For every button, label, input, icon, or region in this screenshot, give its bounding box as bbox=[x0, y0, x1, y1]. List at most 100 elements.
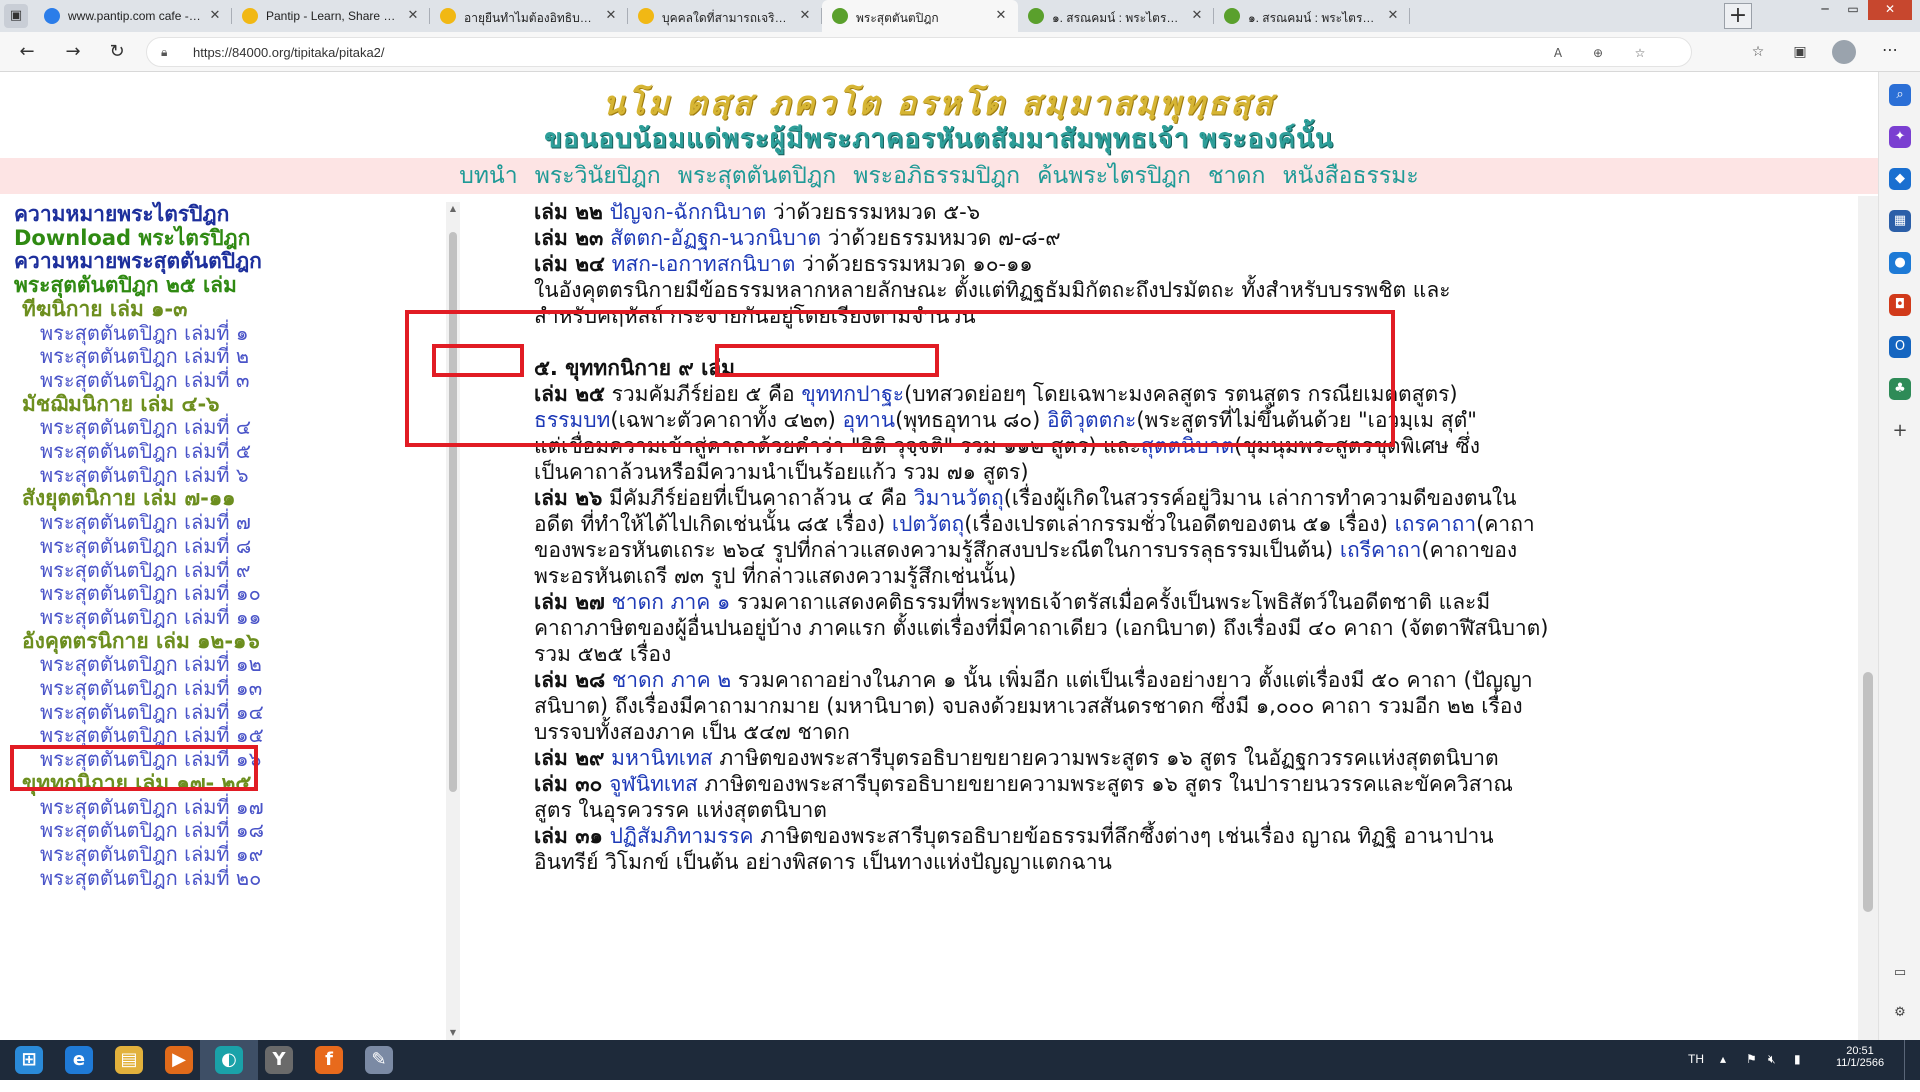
minimize-icon[interactable]: ─ bbox=[1812, 0, 1838, 20]
pantip-favicon bbox=[440, 8, 456, 24]
shopping-tag-icon[interactable]: ◆ bbox=[1889, 168, 1911, 190]
content-link[interactable]: ปฏิสัมภิทามรรค bbox=[610, 824, 754, 848]
app-glyph: ⊞ bbox=[15, 1046, 43, 1074]
add-sidebar-app-icon[interactable]: + bbox=[1889, 420, 1911, 442]
url-field[interactable]: 🔒︎ https://84000.org/tipitaka/pitaka2/ A… bbox=[146, 37, 1692, 67]
menu-item-sutta[interactable]: พระสุตตันตปิฎก bbox=[678, 163, 836, 189]
browser-tab[interactable]: ๑. สรณคมน์ : พระไตรปิฎกเล่มที่ ๒๕ ✕ bbox=[1018, 0, 1214, 32]
content-link[interactable]: ปัญจก-ฉักกนิบาต bbox=[610, 200, 767, 224]
app-glyph: ◐ bbox=[215, 1046, 243, 1074]
tray-flag-icon[interactable]: ⚑ bbox=[1746, 1052, 1757, 1092]
content-link[interactable]: จูฬนิทเทส bbox=[609, 772, 698, 796]
content-link[interactable]: ชาดก ภาค ๑ bbox=[612, 590, 731, 614]
content-text: รวมคาถาแสดงคติธรรมที่พระพุทธเจ้าตรัสเมื่… bbox=[730, 590, 1491, 614]
close-tab-icon[interactable]: ✕ bbox=[1384, 6, 1402, 24]
content-text: บรรจบทั้งสองภาค เป็น ๕๔๗ ชาดก bbox=[534, 720, 850, 744]
show-desktop-button[interactable] bbox=[1904, 1040, 1920, 1080]
content-text: สนิบาต) ถึงเรื่องมีคาถามากมาย (มหานิบาต)… bbox=[534, 694, 1523, 718]
browser-tab[interactable]: บุคคลใดที่สามารถเจริญอิทธิบาทฯ จนม... ✕ bbox=[628, 0, 822, 32]
content-link[interactable]: เถรีคาถา bbox=[1340, 538, 1422, 562]
lock-icon[interactable]: 🔒︎ bbox=[161, 44, 177, 60]
content-text: ว่าด้วยธรรมหมวด ๗-๘-๙ bbox=[821, 226, 1061, 250]
tree-icon[interactable]: ♣ bbox=[1889, 378, 1911, 400]
tab-actions-icon[interactable]: ▣ bbox=[4, 4, 28, 28]
content-link[interactable]: ชาดก ภาค ๒ bbox=[612, 668, 731, 692]
site-menu: บทนำ พระวินัยปิฎก พระสุตตันตปิฎก พระอภิธ… bbox=[0, 158, 1878, 194]
app-glyph: ▤ bbox=[115, 1046, 143, 1074]
network-icon[interactable]: ▮ bbox=[1794, 1052, 1801, 1092]
refresh-icon[interactable]: ↻ bbox=[104, 40, 130, 64]
menu-item-abhidhamma[interactable]: พระอภิธรรมปิฎก bbox=[853, 163, 1020, 189]
menu-item-intro[interactable]: บทนำ bbox=[459, 163, 517, 189]
volume-label: เล่ม ๒๘ bbox=[534, 668, 606, 692]
close-tab-icon[interactable]: ✕ bbox=[796, 6, 814, 24]
browser-tab[interactable]: Pantip - Learn, Share & Fun ✕ bbox=[232, 0, 430, 32]
tray-chevron-icon[interactable]: ▴ bbox=[1720, 1052, 1726, 1092]
favorites-icon[interactable]: ☆ bbox=[1748, 42, 1768, 62]
content-link[interactable]: สัตตก-อัฏฐก-นวกนิบาต bbox=[610, 226, 821, 250]
volume-muted-icon[interactable]: 🔇︎ bbox=[1768, 1052, 1776, 1092]
app-glyph: ▶ bbox=[165, 1046, 193, 1074]
tab-title: www.pantip.com cafe - Search bbox=[68, 9, 202, 23]
tab-title: ๑. สรณคมน์ : พระไตรปิฎกเล่มที่ ๒๕ bbox=[1248, 11, 1380, 25]
pantip-favicon bbox=[638, 8, 654, 24]
clock[interactable]: 20:51 11/1/2566 bbox=[1830, 1045, 1890, 1085]
maximize-icon[interactable]: ▭ bbox=[1840, 0, 1866, 20]
main-scrollbar[interactable] bbox=[1858, 196, 1878, 1040]
content-text: (คาถา bbox=[1476, 512, 1535, 536]
content-text: อดีต ที่ทำให้ได้ไปเกิดเช่นนั้น ๘๕ เรื่อง… bbox=[534, 512, 892, 536]
search-favicon bbox=[44, 8, 60, 24]
tool-icon[interactable]: ✎ bbox=[350, 1040, 408, 1080]
search-icon[interactable]: ⌕ bbox=[1889, 84, 1911, 106]
browser-tab[interactable]: พระสุตตันตปิฎก ✕ bbox=[822, 0, 1018, 32]
content-line: อินทรีย์ วิโมกข์ เป็นต้น อย่างพิสดาร เป็… bbox=[534, 846, 1112, 878]
sidebar-item[interactable]: พระสุตตันตปิฎก เล่มที่ ๒๐ bbox=[40, 862, 261, 894]
profile-avatar[interactable] bbox=[1832, 40, 1856, 64]
zoom-icon[interactable]: ⊕ bbox=[1589, 44, 1607, 62]
office-icon[interactable]: ◘ bbox=[1889, 294, 1911, 316]
browser-tab[interactable]: ๑. สรณคมน์ : พระไตรปิฎกเล่มที่ ๒๕ ✕ bbox=[1214, 0, 1410, 32]
menu-item-vinaya[interactable]: พระวินัยปิฎก bbox=[535, 163, 661, 189]
back-icon[interactable]: ← bbox=[14, 40, 40, 64]
tools-icon[interactable]: ▦ bbox=[1889, 210, 1911, 232]
menu-item-search[interactable]: ค้นพระไตรปิฎก bbox=[1037, 163, 1191, 189]
favorite-star-icon[interactable]: ☆ bbox=[1631, 44, 1649, 62]
url-text[interactable]: https://84000.org/tipitaka/pitaka2/ bbox=[193, 45, 385, 60]
games-icon[interactable]: ● bbox=[1889, 252, 1911, 274]
content-link[interactable]: เถรคาถา bbox=[1395, 512, 1477, 536]
close-tab-icon[interactable]: ✕ bbox=[404, 6, 422, 24]
read-aloud-icon[interactable]: A bbox=[1549, 44, 1567, 62]
taskbar: TH ▴ ⚑ 🔇︎ ▮ 20:51 11/1/2566 ⊞ e ▤ ▶ ◐ Yf ✎ bbox=[0, 1040, 1920, 1080]
tab-title: พระสุตตันตปิฎก bbox=[856, 11, 939, 25]
tab-bar: ▣ www.pantip.com cafe - Search✕Pantip - … bbox=[0, 0, 1920, 32]
close-tab-icon[interactable]: ✕ bbox=[1188, 6, 1206, 24]
more-menu-icon[interactable]: ⋯ bbox=[1878, 40, 1902, 64]
content-link[interactable]: มหานิทเทส bbox=[611, 746, 713, 770]
forward-icon[interactable]: → bbox=[60, 40, 86, 64]
language-indicator[interactable]: TH bbox=[1688, 1052, 1704, 1092]
content-text bbox=[605, 668, 612, 692]
sidebar-layout-icon[interactable]: ▭ bbox=[1889, 962, 1911, 984]
content-link[interactable]: ทสก-เอกาทสกนิบาต bbox=[612, 252, 796, 276]
content-link[interactable]: วิมานวัตถุ bbox=[914, 486, 1004, 510]
app-glyph: e bbox=[65, 1046, 93, 1074]
close-window-icon[interactable]: ✕ bbox=[1868, 0, 1912, 20]
sidebar-settings-icon[interactable]: ⚙ bbox=[1889, 1002, 1911, 1024]
close-tab-icon[interactable]: ✕ bbox=[602, 6, 620, 24]
highlight-box-vol25 bbox=[432, 344, 524, 377]
menu-item-jataka[interactable]: ชาดก bbox=[1208, 163, 1265, 189]
content-text: เป็นคาถาล้วนหรือมีความนำเป็นร้อยแก้ว รวม… bbox=[534, 460, 1029, 484]
outlook-icon[interactable]: O bbox=[1889, 336, 1911, 358]
content-link[interactable]: เปตวัตถุ bbox=[892, 512, 964, 536]
new-tab-button[interactable]: + bbox=[1724, 3, 1752, 29]
copilot-icon[interactable]: ✦ bbox=[1889, 126, 1911, 148]
content-text: ในอังคุตตรนิกายมีข้อธรรมหลากหลายลักษณะ ต… bbox=[534, 278, 1451, 302]
close-tab-icon[interactable]: ✕ bbox=[992, 6, 1010, 24]
collections-icon[interactable]: ▣ bbox=[1790, 42, 1810, 62]
browser-tab[interactable]: อายุยืนทำไมต้องอิทธิบาทฯ - Pantip ✕ bbox=[430, 0, 628, 32]
menu-item-books[interactable]: หนังสือธรรมะ bbox=[1283, 163, 1419, 189]
close-tab-icon[interactable]: ✕ bbox=[206, 6, 224, 24]
tab-title: บุคคลใดที่สามารถเจริญอิทธิบาทฯ จนม... bbox=[662, 11, 792, 25]
browser-tab[interactable]: www.pantip.com cafe - Search ✕ bbox=[34, 0, 232, 32]
content-text: มีคัมภีร์ย่อยที่เป็นคาถาล้วน ๔ คือ bbox=[602, 486, 914, 510]
